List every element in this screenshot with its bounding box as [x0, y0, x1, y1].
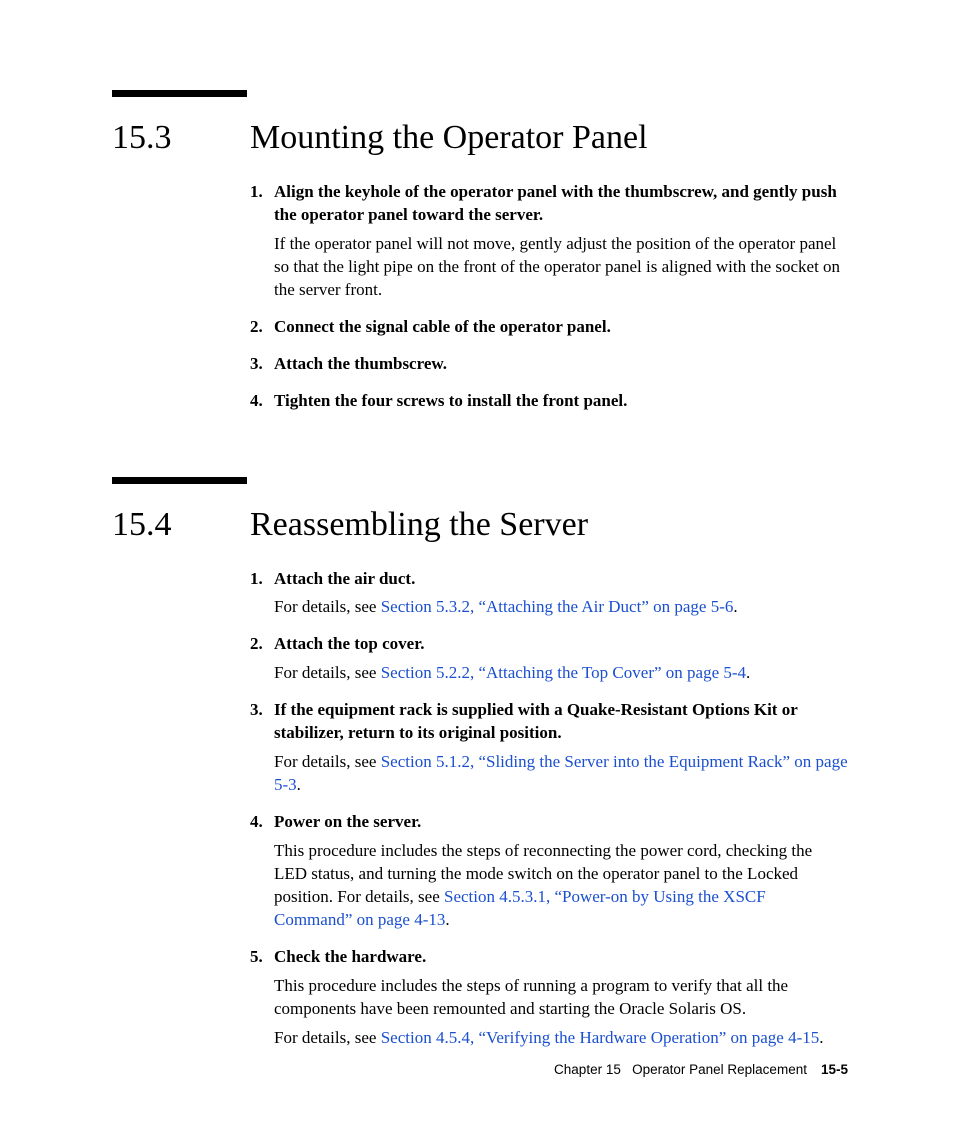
- cross-reference-link[interactable]: Section 5.2.2, “Attaching the Top Cover”…: [381, 663, 746, 682]
- page-footer: Chapter 15 Operator Panel Replacement 15-…: [554, 1062, 848, 1077]
- section-title: Reassembling the Server: [250, 506, 588, 544]
- step-number: 1.: [250, 181, 268, 302]
- section-rule: [112, 477, 247, 484]
- cross-reference-link[interactable]: Section 4.5.4, “Verifying the Hardware O…: [381, 1028, 820, 1047]
- step-paragraph: For details, see Section 5.3.2, “Attachi…: [274, 596, 848, 619]
- step-paragraph: If the operator panel will not move, gen…: [274, 233, 848, 302]
- step: 3. If the equipment rack is supplied wit…: [250, 699, 848, 797]
- section-number: 15.4: [112, 506, 250, 544]
- step-title: Connect the signal cable of the operator…: [274, 316, 848, 339]
- step-paragraph: For details, see Section 5.1.2, “Sliding…: [274, 751, 848, 797]
- step-title: Attach the thumbscrew.: [274, 353, 848, 376]
- section-body: 1. Attach the air duct. For details, see…: [250, 568, 848, 1050]
- step: 1. Align the keyhole of the operator pan…: [250, 181, 848, 302]
- step: 1. Attach the air duct. For details, see…: [250, 568, 848, 620]
- step-number: 5.: [250, 946, 268, 1050]
- section-number: 15.3: [112, 119, 250, 157]
- step-title: Align the keyhole of the operator panel …: [274, 181, 848, 227]
- page: 15.3 Mounting the Operator Panel 1. Alig…: [0, 0, 954, 1049]
- step-number: 4.: [250, 811, 268, 932]
- section-rule: [112, 90, 247, 97]
- step-number: 3.: [250, 699, 268, 797]
- step-number: 2.: [250, 316, 268, 339]
- step-number: 4.: [250, 390, 268, 413]
- step-title: If the equipment rack is supplied with a…: [274, 699, 848, 745]
- footer-chapter: Chapter 15: [554, 1062, 621, 1077]
- step-number: 1.: [250, 568, 268, 620]
- step: 5. Check the hardware. This procedure in…: [250, 946, 848, 1050]
- cross-reference-link[interactable]: Section 5.3.2, “Attaching the Air Duct” …: [381, 597, 734, 616]
- step-title: Tighten the four screws to install the f…: [274, 390, 848, 413]
- step-paragraph: For details, see Section 4.5.4, “Verifyi…: [274, 1027, 848, 1050]
- step-paragraph: This procedure includes the steps of rec…: [274, 840, 848, 932]
- step-paragraph: This procedure includes the steps of run…: [274, 975, 848, 1021]
- footer-chapter-title: Operator Panel Replacement: [632, 1062, 807, 1077]
- step-title: Attach the air duct.: [274, 568, 848, 591]
- step: 2. Connect the signal cable of the opera…: [250, 316, 848, 339]
- section-body: 1. Align the keyhole of the operator pan…: [250, 181, 848, 413]
- step-title: Check the hardware.: [274, 946, 848, 969]
- step: 4. Tighten the four screws to install th…: [250, 390, 848, 413]
- section-heading: 15.3 Mounting the Operator Panel: [112, 119, 848, 157]
- section-title: Mounting the Operator Panel: [250, 119, 648, 157]
- footer-page-number: 15-5: [821, 1062, 848, 1077]
- step-title: Attach the top cover.: [274, 633, 848, 656]
- step: 4. Power on the server. This procedure i…: [250, 811, 848, 932]
- step-number: 3.: [250, 353, 268, 376]
- step-title: Power on the server.: [274, 811, 848, 834]
- section-heading: 15.4 Reassembling the Server: [112, 506, 848, 544]
- step-paragraph: For details, see Section 5.2.2, “Attachi…: [274, 662, 848, 685]
- step-number: 2.: [250, 633, 268, 685]
- step: 3. Attach the thumbscrew.: [250, 353, 848, 376]
- step: 2. Attach the top cover. For details, se…: [250, 633, 848, 685]
